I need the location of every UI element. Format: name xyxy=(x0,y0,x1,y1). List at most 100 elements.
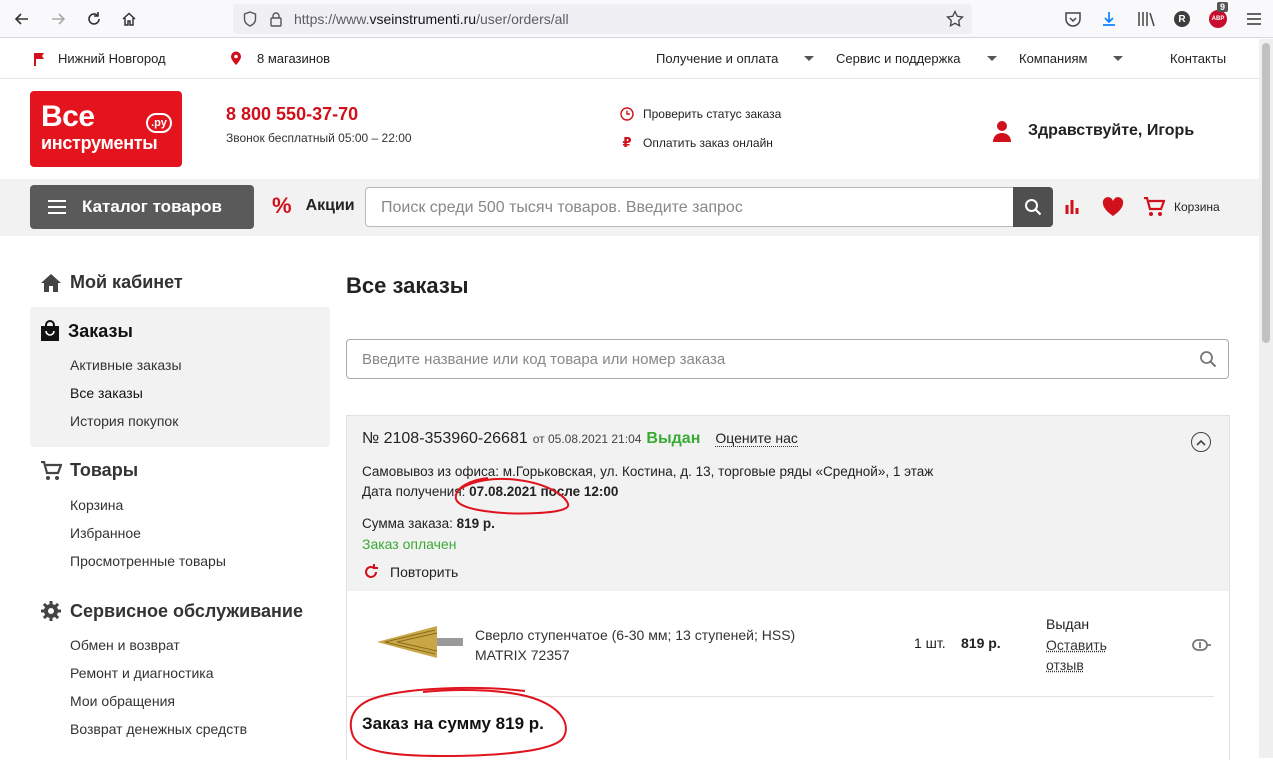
url-text[interactable]: https://www.vseinstrumenti.ru/user/order… xyxy=(294,11,569,27)
menu-icon[interactable] xyxy=(1243,8,1265,30)
chevron-down-icon xyxy=(986,56,997,61)
sidebar-item-viewed[interactable]: Просмотренные товары xyxy=(70,553,226,569)
sidebar-service-label: Сервисное обслуживание xyxy=(70,600,303,621)
search-icon[interactable] xyxy=(1199,350,1217,373)
order-search-input[interactable]: Введите название или код товара или номе… xyxy=(346,339,1229,379)
pocket-icon[interactable] xyxy=(1062,8,1084,30)
city-selector[interactable]: Нижний Новгород xyxy=(33,51,166,66)
sidebar-item-active-orders[interactable]: Активные заказы xyxy=(70,357,182,373)
sidebar-cabinet-label: Мой кабинет xyxy=(70,272,183,292)
order-sum-label: Сумма заказа: xyxy=(362,516,453,531)
gear-icon xyxy=(41,601,61,621)
user-account-link[interactable]: Здравствуйте, Игорь xyxy=(992,120,1194,142)
receive-date-label: Дата получения: xyxy=(362,484,466,499)
service-tool-icon[interactable] xyxy=(1192,638,1212,657)
pay-online-link[interactable]: ₽ Оплатить заказ онлайн xyxy=(620,135,772,151)
download-icon[interactable] xyxy=(1098,8,1120,30)
hamburger-icon xyxy=(48,200,66,214)
search-icon xyxy=(1025,199,1042,216)
product-status: Выдан xyxy=(1046,616,1090,632)
menu-service-support[interactable]: Сервис и поддержка xyxy=(836,51,997,66)
order-sum-row: Сумма заказа: 819 р. xyxy=(362,516,495,531)
percent-icon: % xyxy=(272,193,292,218)
order-card: № 2108-353960-26681 от 05.08.2021 21:04 … xyxy=(346,415,1230,760)
receive-date-row: Дата получения: 07.08.2021 после 12:00 xyxy=(362,484,618,499)
phone-number[interactable]: 8 800 550-37-70 xyxy=(226,104,358,125)
bookmark-star-icon[interactable] xyxy=(946,9,964,33)
order-search-placeholder: Введите название или код товара или номе… xyxy=(362,351,726,368)
sidebar-item-favorites[interactable]: Избранное xyxy=(70,525,141,541)
reload-icon[interactable] xyxy=(83,8,105,30)
compare-icon[interactable] xyxy=(1065,197,1081,220)
leave-review-link[interactable]: Оставить xyxy=(1046,637,1107,653)
collapse-chevron-up-icon[interactable] xyxy=(1191,432,1211,452)
catalog-search-bar: Каталог товаров % Акции Поиск среди 500 … xyxy=(0,179,1259,236)
menu-delivery-payment[interactable]: Получение и оплата xyxy=(656,51,815,66)
address-bar[interactable]: https://www.vseinstrumenti.ru/user/order… xyxy=(233,4,972,34)
page-scrollbar[interactable] xyxy=(1259,39,1273,758)
menu-companies[interactable]: Компаниям xyxy=(1019,51,1124,66)
lock-icon[interactable] xyxy=(269,11,283,32)
sidebar-cabinet[interactable]: Мой кабинет xyxy=(40,272,183,293)
home-icon[interactable] xyxy=(118,8,140,30)
cart-link[interactable]: Корзина xyxy=(1174,200,1220,214)
site-search-input[interactable]: Поиск среди 500 тысяч товаров. Введите з… xyxy=(365,187,1053,227)
account-avatar-icon[interactable]: R xyxy=(1171,8,1193,30)
house-icon xyxy=(41,273,61,292)
phone-hours: Звонок бесплатный 05:00 – 22:00 xyxy=(226,131,412,145)
rate-us-link[interactable]: Оцените нас xyxy=(715,430,798,447)
ruble-icon: ₽ xyxy=(622,135,632,150)
repeat-label: Повторить xyxy=(390,564,459,580)
repeat-order-button[interactable]: Повторить xyxy=(362,563,458,581)
chevron-down-icon xyxy=(804,56,815,61)
back-icon[interactable] xyxy=(11,8,33,30)
logo-text-line1: Все xyxy=(41,100,95,133)
menu-label: Сервис и поддержка xyxy=(836,51,961,66)
browser-toolbar: https://www.vseinstrumenti.ru/user/order… xyxy=(0,0,1273,38)
stores-label: 8 магазинов xyxy=(257,51,331,66)
sidebar-item-repair[interactable]: Ремонт и диагностика xyxy=(70,665,214,681)
sidebar-item-cart[interactable]: Корзина xyxy=(70,497,123,513)
order-title-row: № 2108-353960-26681 от 05.08.2021 21:04 … xyxy=(362,430,798,448)
sidebar-goods[interactable]: Товары xyxy=(40,460,138,481)
logo-ru-badge: .ру xyxy=(146,113,172,133)
divider xyxy=(347,696,1214,697)
leave-review-link-line2[interactable]: отзыв xyxy=(1046,657,1084,673)
chevron-down-icon xyxy=(1113,56,1124,61)
sidebar-item-all-orders[interactable]: Все заказы xyxy=(70,385,143,401)
user-icon xyxy=(993,121,1011,142)
sidebar-item-purchase-history[interactable]: История покупок xyxy=(70,413,178,429)
clock-icon xyxy=(620,107,634,121)
sidebar-service[interactable]: Сервисное обслуживание xyxy=(40,600,303,622)
receive-date-value: 07.08.2021 после 12:00 xyxy=(469,484,619,499)
favorites-heart-icon[interactable] xyxy=(1102,197,1124,222)
site-logo[interactable]: Все инструменты .ру xyxy=(30,91,182,167)
promo-link[interactable]: % Акции xyxy=(272,193,355,218)
order-date: от 05.08.2021 21:04 xyxy=(532,432,642,446)
contacts-link[interactable]: Контакты xyxy=(1170,51,1226,66)
sidebar-item-exchange[interactable]: Обмен и возврат xyxy=(70,637,180,653)
order-sum-value: 819 р. xyxy=(456,516,495,531)
sidebar-item-requests[interactable]: Мои обращения xyxy=(70,693,175,709)
search-button[interactable] xyxy=(1013,187,1053,227)
site-top-strip: Нижний Новгород 8 магазинов Получение и … xyxy=(0,39,1259,79)
sidebar-orders-label: Заказы xyxy=(68,320,133,341)
shopping-bag-icon xyxy=(41,320,59,341)
catalog-button[interactable]: Каталог товаров xyxy=(30,185,254,229)
scrollbar-thumb[interactable] xyxy=(1262,43,1270,343)
sidebar-item-refund[interactable]: Возврат денежных средств xyxy=(70,721,247,737)
library-icon[interactable] xyxy=(1135,8,1157,30)
cart-icon[interactable] xyxy=(1143,196,1166,222)
order-status: Выдан xyxy=(646,430,701,447)
check-order-status-link[interactable]: Проверить статус заказа xyxy=(620,107,781,121)
sidebar-orders[interactable]: Заказы xyxy=(40,320,133,342)
forward-icon[interactable] xyxy=(47,8,69,30)
order-number[interactable]: № 2108-353960-26681 xyxy=(362,430,528,448)
promo-label: Акции xyxy=(305,197,355,214)
adblock-extension-icon[interactable]: ABP 9 xyxy=(1207,2,1229,30)
product-image[interactable] xyxy=(377,624,463,660)
product-name[interactable]: Сверло ступенчатое (6-30 мм; 13 ступеней… xyxy=(475,627,795,643)
order-paid-status: Заказ оплачен xyxy=(362,536,457,552)
stores-link[interactable]: 8 магазинов xyxy=(230,51,330,66)
shield-icon[interactable] xyxy=(243,11,257,32)
